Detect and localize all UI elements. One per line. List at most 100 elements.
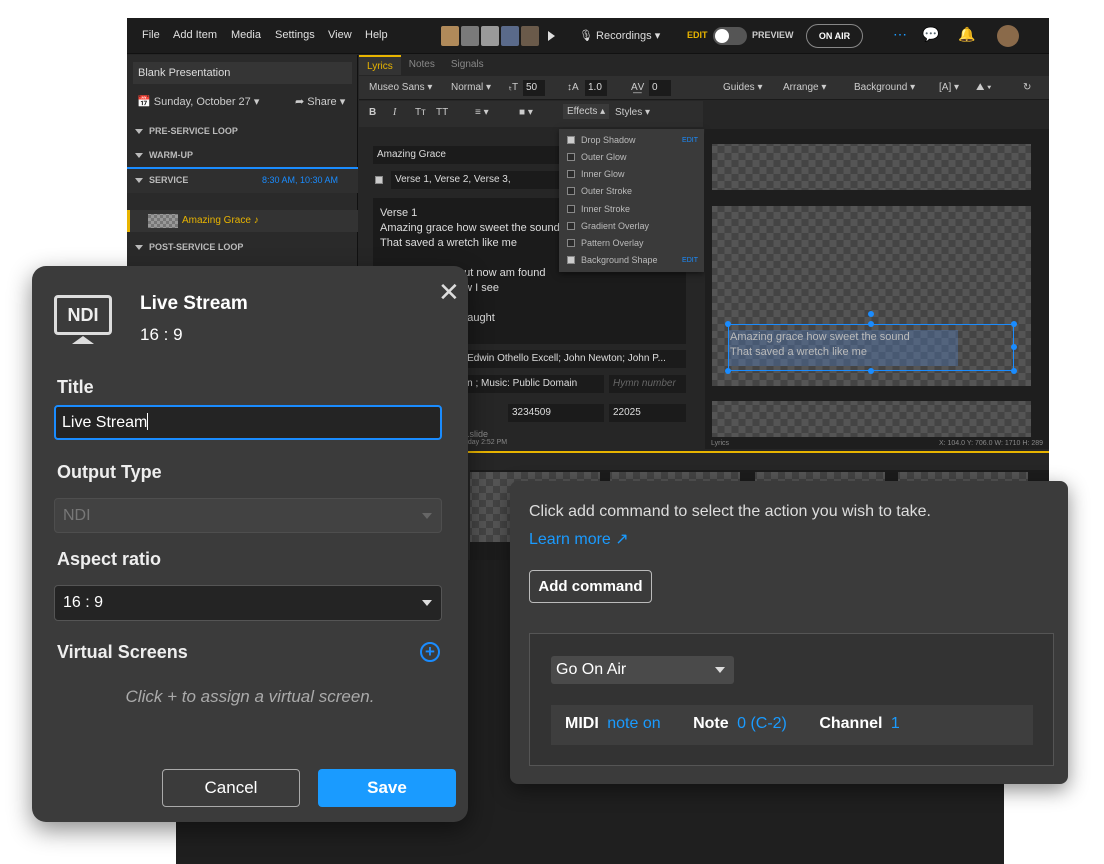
effect-outer-glow[interactable]: Outer Glow — [567, 152, 627, 162]
styles-menu[interactable]: Styles ▾ — [615, 107, 650, 118]
all-caps-icon[interactable]: TT — [436, 107, 448, 118]
close-icon[interactable]: ✕ — [438, 279, 460, 305]
learn-more-link[interactable]: Learn more ↗ — [529, 529, 629, 549]
play-icon[interactable] — [548, 31, 555, 41]
color-swatch-icon[interactable]: ■ ▾ — [519, 107, 533, 118]
more-icon[interactable]: ⋯ — [889, 26, 911, 46]
section-post-service[interactable]: POST-SERVICE LOOP — [127, 236, 358, 258]
menu-media[interactable]: Media — [231, 29, 261, 41]
add-virtual-screen-icon[interactable]: + — [420, 642, 440, 662]
menu-view[interactable]: View — [328, 29, 352, 41]
user-avatar[interactable] — [997, 25, 1019, 47]
effects-menu-button[interactable]: Effects ▴ — [563, 104, 610, 119]
slide-preview-bottom[interactable] — [712, 401, 1031, 437]
image-icon[interactable]: ⛰ ▾ — [976, 82, 991, 93]
resize-handle[interactable] — [1011, 344, 1017, 350]
chat-icon[interactable]: 💬 — [920, 26, 942, 46]
checkbox[interactable] — [567, 136, 575, 144]
menu-file[interactable]: File — [142, 29, 160, 41]
selection-frame[interactable] — [728, 324, 1014, 371]
line-height-input[interactable]: 1.0 — [585, 80, 607, 96]
year-field[interactable]: 22025 — [609, 404, 686, 422]
background-menu[interactable]: Background ▾ — [854, 82, 915, 93]
section-pre-service[interactable]: PRE-SERVICE LOOP — [127, 120, 358, 142]
midi-value[interactable]: note on — [607, 715, 660, 732]
effect-pattern-overlay[interactable]: Pattern Overlay — [567, 238, 644, 248]
avatar[interactable] — [501, 26, 519, 46]
ccli-field[interactable]: 3234509 — [508, 404, 604, 422]
add-command-button[interactable]: Add command — [529, 570, 652, 603]
avatar[interactable] — [441, 26, 459, 46]
verses-checkbox[interactable] — [375, 176, 383, 184]
edit-preview-toggle[interactable] — [713, 27, 747, 45]
list-item-amazing-grace[interactable]: Amazing Grace ♪ — [127, 210, 358, 232]
avatar[interactable] — [481, 26, 499, 46]
note-value[interactable]: 0 (C-2) — [737, 715, 787, 732]
save-button[interactable]: Save — [318, 769, 456, 807]
tab-notes[interactable]: Notes — [401, 55, 443, 75]
section-warm-up[interactable]: WARM-UP — [127, 144, 358, 166]
small-caps-icon[interactable]: Tт — [415, 107, 426, 118]
text-box-icon[interactable]: [A] ▾ — [939, 82, 959, 93]
effect-outer-stroke[interactable]: Outer Stroke — [567, 186, 632, 196]
aspect-ratio-select[interactable]: 16 : 9 — [54, 585, 442, 621]
effect-background-shape[interactable]: Background Shape — [567, 255, 658, 265]
checkbox[interactable] — [567, 153, 575, 161]
resize-handle[interactable] — [1011, 368, 1017, 374]
checkbox[interactable] — [567, 256, 575, 264]
copyright-field[interactable]: ...ain ; Music: Public Domain — [447, 375, 604, 393]
effect-drop-shadow[interactable]: Drop Shadow — [567, 135, 636, 145]
effect-inner-stroke[interactable]: Inner Stroke — [567, 204, 630, 214]
reset-icon[interactable]: ↻ — [1023, 82, 1031, 93]
align-icon[interactable]: ≡ ▾ — [475, 107, 489, 118]
checkbox[interactable] — [567, 187, 575, 195]
avatar[interactable] — [461, 26, 479, 46]
bold-icon[interactable]: B — [369, 107, 376, 118]
tab-signals[interactable]: Signals — [443, 55, 492, 75]
verses-field[interactable]: Verse 1, Verse 2, Verse 3, — [391, 171, 559, 189]
rotate-handle[interactable] — [868, 311, 874, 317]
font-weight-select[interactable]: Normal ▾ — [451, 82, 491, 93]
italic-icon[interactable]: I — [393, 107, 396, 118]
share-button[interactable]: ➦ Share ▾ — [295, 95, 345, 108]
avatar[interactable] — [521, 26, 539, 46]
resize-handle[interactable] — [868, 368, 874, 374]
cancel-button[interactable]: Cancel — [162, 769, 300, 807]
checkbox[interactable] — [567, 170, 575, 178]
spacing-input[interactable]: 0 — [649, 80, 671, 96]
resize-handle[interactable] — [725, 321, 731, 327]
resize-handle[interactable] — [725, 368, 731, 374]
menu-add-item[interactable]: Add Item — [173, 29, 217, 41]
checkbox[interactable] — [567, 239, 575, 247]
presentation-title[interactable]: Blank Presentation — [133, 62, 352, 84]
checkbox[interactable] — [567, 222, 575, 230]
tab-lyrics[interactable]: Lyrics — [359, 55, 401, 75]
menu-help[interactable]: Help — [365, 29, 388, 41]
edit-drop-shadow-link[interactable]: EDIT — [682, 137, 698, 144]
resize-handle[interactable] — [1011, 321, 1017, 327]
effect-inner-glow[interactable]: Inner Glow — [567, 169, 625, 179]
title-input[interactable]: Live Stream — [54, 405, 442, 440]
channel-value[interactable]: 1 — [891, 715, 900, 732]
hymn-number-input[interactable]: Hymn number — [609, 375, 686, 393]
song-title-field[interactable]: Amazing Grace — [373, 146, 561, 164]
resize-handle[interactable] — [868, 321, 874, 327]
font-family-select[interactable]: Museo Sans ▾ — [369, 82, 432, 93]
arrange-menu[interactable]: Arrange ▾ — [783, 82, 826, 93]
on-air-button[interactable]: ON AIR — [806, 24, 863, 48]
recordings-menu[interactable]: 🎙 Recordings ▾ — [579, 29, 660, 42]
edit-background-shape-link[interactable]: EDIT — [682, 257, 698, 264]
checkbox[interactable] — [567, 205, 575, 213]
section-service[interactable]: SERVICE 8:30 AM, 10:30 AM — [127, 167, 358, 193]
action-select[interactable]: Go On Air — [551, 656, 734, 684]
authors-field[interactable]: ...y Edwin Othello Excell; John Newton; … — [447, 350, 686, 368]
slide-preview-top[interactable] — [712, 144, 1031, 190]
font-size-input[interactable]: 50 — [523, 80, 545, 96]
guides-menu[interactable]: Guides ▾ — [723, 82, 763, 93]
date-picker[interactable]: 📅 Sunday, October 27 ▾ — [137, 95, 259, 108]
effect-gradient-overlay[interactable]: Gradient Overlay — [567, 221, 649, 231]
menu-settings[interactable]: Settings — [275, 29, 315, 41]
midi-trigger-row[interactable]: MIDI note on Note 0 (C-2) Channel 1 — [551, 705, 1033, 745]
title-label: Title — [57, 377, 94, 397]
bell-icon[interactable]: 🔔 — [956, 26, 978, 46]
